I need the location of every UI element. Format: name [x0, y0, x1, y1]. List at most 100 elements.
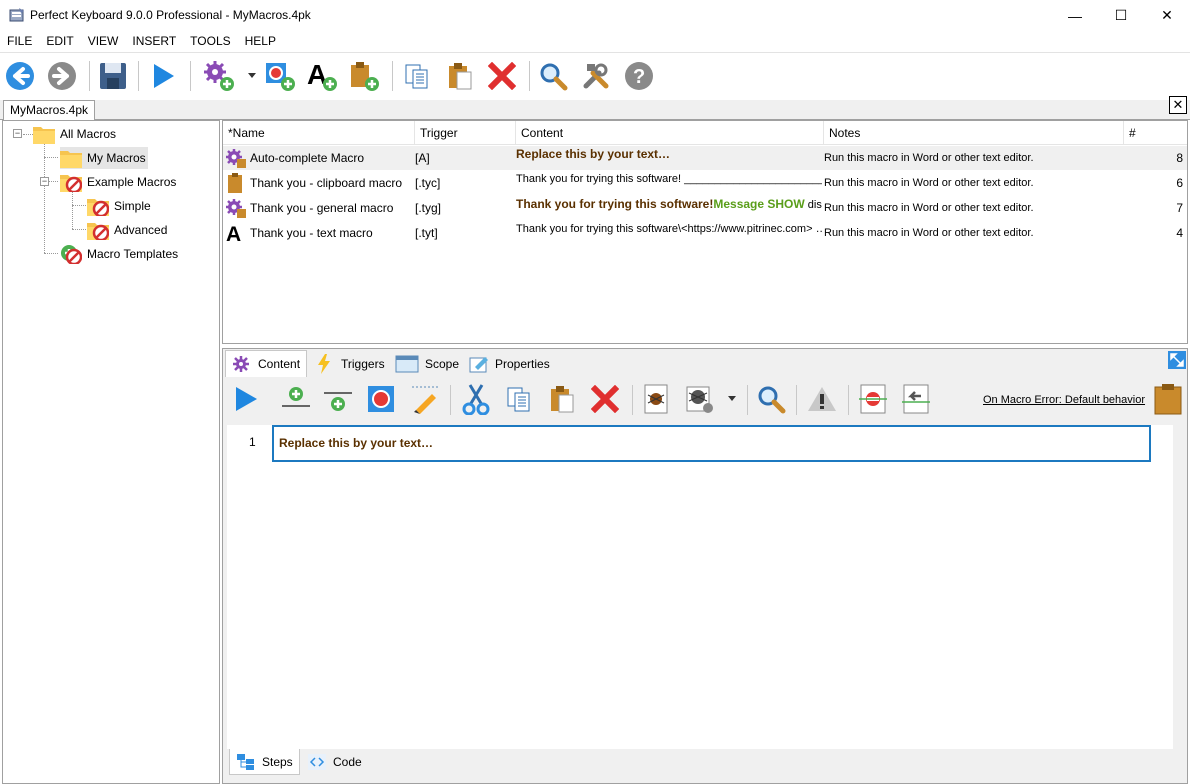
tab-label: Triggers: [341, 356, 385, 371]
gear-icon: [233, 356, 249, 372]
tab-label: Properties: [495, 356, 550, 371]
minimize-button[interactable]: —: [1052, 0, 1098, 31]
content-command-text: Message SHOW: [713, 197, 805, 211]
insert-step-above-button[interactable]: [279, 379, 313, 419]
menu-bar: FILE EDIT VIEW INSERT TOOLS HELP: [0, 31, 1190, 51]
debug-button[interactable]: [639, 379, 673, 419]
table-row[interactable]: Thank you - general macro [.tyg] Thank y…: [223, 196, 1187, 220]
document-tab[interactable]: MyMacros.4pk: [3, 100, 96, 120]
copy-step-button[interactable]: [502, 379, 536, 419]
svg-text:?: ?: [633, 66, 645, 88]
tab-steps[interactable]: Steps: [229, 749, 300, 775]
table-row[interactable]: A Thank you - text macro [.tyt] Thank yo…: [223, 221, 1187, 245]
tree-item-advanced[interactable]: Advanced: [87, 219, 167, 241]
new-clipboard-macro-button[interactable]: [347, 59, 381, 93]
new-macro-button[interactable]: [202, 59, 236, 93]
paste-icon: [449, 63, 472, 90]
forward-button[interactable]: [45, 59, 79, 93]
menu-view[interactable]: VIEW: [88, 34, 119, 48]
cell-count: 8: [1176, 151, 1183, 165]
toolbar-separator: [796, 385, 797, 415]
tab-scope[interactable]: Scope: [389, 350, 465, 377]
macro-list: *Name Trigger Content Notes # Auto-compl…: [222, 120, 1188, 344]
delete-button[interactable]: [485, 59, 519, 93]
insert-step-below-button[interactable]: [321, 379, 355, 419]
tree-item-simple[interactable]: Simple: [87, 195, 151, 217]
toolbar-separator: [450, 385, 451, 415]
paste-step-button[interactable]: [545, 379, 579, 419]
debug-options-dropdown[interactable]: [725, 379, 739, 419]
warning-button[interactable]: [805, 379, 839, 419]
cell-name: Thank you - text macro: [250, 226, 373, 240]
toolbar-separator: [747, 385, 748, 415]
step-text-box[interactable]: Replace this by your text…: [272, 425, 1151, 462]
insert-step-below-icon: [324, 392, 352, 411]
menu-edit[interactable]: EDIT: [46, 34, 73, 48]
menu-insert[interactable]: INSERT: [132, 34, 176, 48]
menu-tools[interactable]: TOOLS: [190, 34, 230, 48]
save-button[interactable]: [96, 59, 130, 93]
column-header-name[interactable]: *Name: [223, 121, 415, 145]
find-step-button[interactable]: [754, 379, 788, 419]
tab-label: Content: [258, 357, 301, 371]
tree-item-example-macros[interactable]: Example Macros: [60, 171, 176, 193]
text-macro-icon: A: [226, 223, 241, 244]
maximize-editor-button[interactable]: [1168, 351, 1186, 369]
table-row[interactable]: Thank you - clipboard macro [.tyc] Thank…: [223, 171, 1187, 195]
debug-icon: [644, 384, 668, 414]
tab-code[interactable]: Code: [301, 749, 368, 775]
copy-icon: [405, 64, 428, 89]
steps-editor[interactable]: 1 Replace this by your text…: [227, 425, 1173, 749]
forward-icon: [48, 62, 76, 90]
new-record-button[interactable]: [263, 59, 297, 93]
search-button[interactable]: [536, 59, 570, 93]
table-row[interactable]: Auto-complete Macro [A] Replace this by …: [223, 146, 1187, 170]
main-toolbar: A ?: [0, 52, 1190, 100]
macro-tree: − − All Macros My Macros Example Macros …: [2, 120, 220, 784]
paste-button[interactable]: [443, 59, 477, 93]
column-header-notes[interactable]: Notes: [824, 121, 1124, 145]
play-button[interactable]: [146, 59, 180, 93]
column-header-content[interactable]: Content: [516, 121, 824, 145]
collapse-all-macros[interactable]: −: [13, 129, 22, 138]
collapse-example-macros[interactable]: −: [40, 177, 49, 186]
tree-item-my-macros[interactable]: My Macros: [60, 147, 148, 169]
help-button[interactable]: ?: [622, 59, 656, 93]
new-record-icon: [266, 63, 295, 91]
tree-item-macro-templates[interactable]: Macro Templates: [60, 243, 178, 265]
new-macro-dropdown[interactable]: [245, 59, 259, 93]
code-icon: [308, 754, 326, 770]
cell-trigger: [.tyg]: [415, 201, 442, 215]
tab-content[interactable]: Content: [225, 350, 308, 377]
disable-step-button[interactable]: [856, 379, 890, 419]
delete-step-button[interactable]: [588, 379, 622, 419]
new-macro-icon: [204, 61, 234, 91]
copy-button[interactable]: [400, 59, 434, 93]
folder-icon: [60, 151, 82, 168]
cut-button[interactable]: [459, 379, 493, 419]
edit-button[interactable]: [408, 379, 442, 419]
macro-error-link[interactable]: On Macro Error: Default behavior: [983, 394, 1145, 406]
record-button[interactable]: [364, 379, 398, 419]
tools-button[interactable]: [579, 59, 613, 93]
back-button[interactable]: [3, 59, 37, 93]
tab-properties[interactable]: Properties: [463, 350, 556, 377]
close-document-button[interactable]: ✕: [1169, 96, 1187, 114]
new-text-macro-button[interactable]: A: [305, 59, 339, 93]
tab-triggers[interactable]: Triggers: [311, 350, 391, 377]
maximize-button[interactable]: ☐: [1098, 0, 1144, 31]
tree-item-all-macros[interactable]: All Macros: [33, 123, 116, 145]
cell-notes: Run this macro in Word or other text edi…: [824, 227, 1034, 239]
column-header-trigger[interactable]: Trigger: [415, 121, 516, 145]
macro-editor: Content Triggers Scope Properties On Mac…: [222, 348, 1188, 784]
menu-file[interactable]: FILE: [7, 34, 32, 48]
gear-macro-icon: [226, 149, 246, 168]
run-button[interactable]: [229, 379, 263, 419]
close-button[interactable]: ✕: [1144, 0, 1190, 31]
column-header-count[interactable]: #: [1124, 121, 1187, 145]
enable-step-button[interactable]: [899, 379, 933, 419]
clipboard-button[interactable]: [1151, 379, 1185, 419]
debug-options-button[interactable]: [682, 379, 716, 419]
menu-help[interactable]: HELP: [245, 34, 276, 48]
save-icon: [100, 63, 126, 89]
